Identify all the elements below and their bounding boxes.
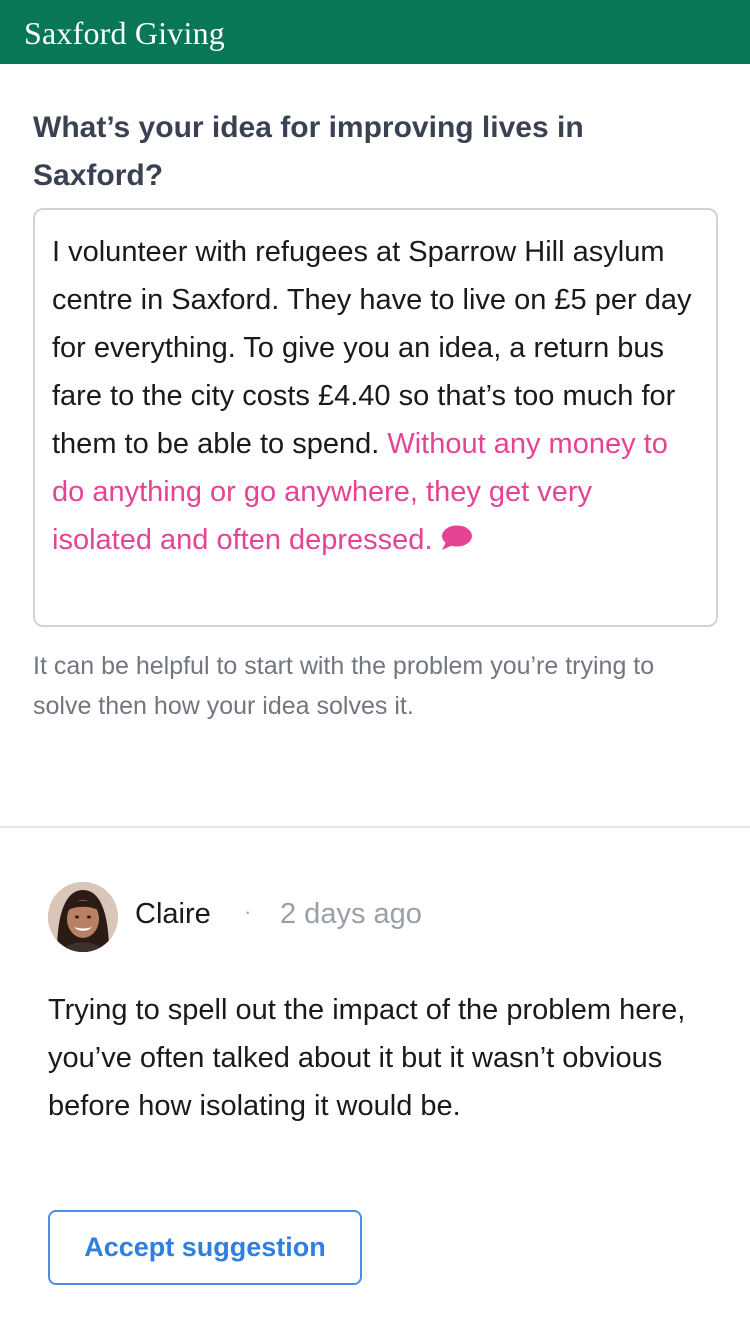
- comment-timestamp: 2 days ago: [280, 898, 422, 930]
- top-bar: Saxford Giving: [0, 0, 750, 64]
- idea-textarea[interactable]: I volunteer with refugees at Sparrow Hil…: [33, 208, 718, 627]
- section-divider: [0, 826, 750, 828]
- avatar-image: [48, 882, 118, 952]
- comment-body: Trying to spell out the impact of the pr…: [48, 994, 686, 1122]
- brand-title[interactable]: Saxford Giving: [24, 17, 225, 49]
- answer-text: I volunteer with refugees at Sparrow Hil…: [52, 228, 700, 566]
- user-avatar: [48, 882, 118, 952]
- meta-separator: ·: [244, 899, 252, 924]
- speech-bubble-icon[interactable]: [439, 518, 473, 566]
- question-label: What’s your idea for improving lives in …: [33, 111, 584, 192]
- answer-plain-text: I volunteer with refugees at Sparrow Hil…: [52, 236, 692, 460]
- accept-suggestion-button[interactable]: Accept suggestion: [48, 1210, 362, 1285]
- speech-bubble-icon-svg: [441, 525, 472, 550]
- comment-author: Claire: [135, 898, 211, 930]
- hint-text: It can be helpful to start with the prob…: [33, 652, 655, 720]
